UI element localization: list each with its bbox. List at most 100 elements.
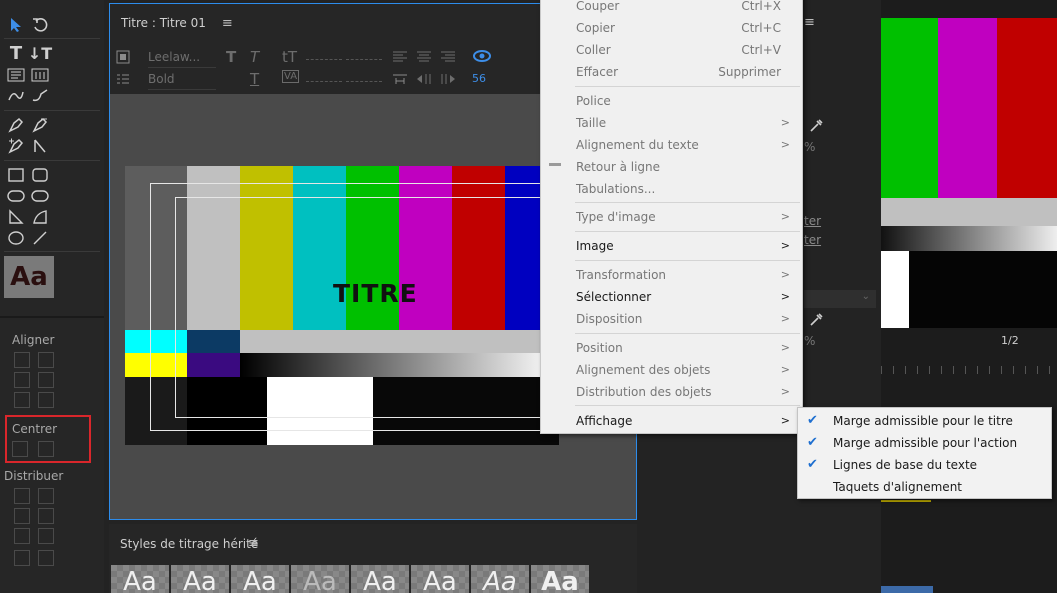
selection-tool-icon[interactable] [6, 16, 26, 34]
show-background-video-icon[interactable] [472, 48, 492, 62]
align-right-icon[interactable] [38, 352, 54, 368]
fill-option-link[interactable]: ter [804, 214, 821, 228]
property-dropdown[interactable]: ⌄ [804, 290, 876, 308]
style-thumbnail[interactable]: Aa [171, 565, 229, 593]
submenu-item-tab-markers[interactable]: Taquets d'alignement [799, 476, 1050, 498]
distribute-center-icon[interactable] [14, 508, 30, 524]
style-thumbnail[interactable]: Aa [351, 565, 409, 593]
align-top-icon[interactable] [14, 392, 30, 408]
menu-item-view[interactable]: Affichage > [542, 410, 801, 432]
menu-separator [575, 260, 800, 261]
type-tool-icon[interactable]: T [6, 43, 26, 64]
style-thumbnail[interactable]: Aa [471, 565, 529, 593]
font-size-icon[interactable]: tT [282, 48, 297, 66]
menu-item-tabs[interactable]: Tabulations... [542, 178, 801, 200]
align-horizontal-center-icon[interactable] [14, 372, 30, 388]
font-style-dropdown[interactable]: Bold [148, 72, 216, 90]
menu-item-distribute-objects[interactable]: Distribution des objets > [542, 381, 801, 403]
add-anchor-tool-icon[interactable] [6, 137, 26, 155]
timeline-ruler[interactable] [881, 366, 1057, 374]
align-bottom-icon[interactable] [38, 392, 54, 408]
pen-tool-icon[interactable] [6, 116, 26, 134]
menu-item-copy[interactable]: Copier Ctrl+C [542, 17, 801, 39]
align-vertical-center-icon[interactable] [38, 372, 54, 388]
style-thumbnail[interactable]: Aa [411, 565, 469, 593]
style-thumbnail[interactable]: Aa [531, 565, 589, 593]
submenu-item-title-safe-margin[interactable]: ✔ Marge admissible pour le titre [799, 410, 1050, 432]
hamburger-icon[interactable]: ≡ [248, 536, 259, 551]
menu-item-arrange[interactable]: Disposition > [542, 308, 801, 330]
menu-item-font[interactable]: Police [542, 90, 801, 112]
kerning-field[interactable] [306, 81, 342, 82]
distribute-right-icon[interactable] [14, 528, 30, 544]
kerning-icon[interactable]: VA [282, 70, 300, 83]
distribute-bottom-icon[interactable] [38, 528, 54, 544]
indent-right-icon[interactable] [440, 72, 456, 86]
distribute-top-icon[interactable] [38, 488, 54, 504]
distribute-horizontal-spacing-icon[interactable] [14, 550, 30, 566]
title-canvas[interactable]: TITRE [125, 166, 559, 445]
font-family-dropdown[interactable]: Leelaw... [148, 50, 216, 68]
style-thumbnail[interactable]: Aa [111, 565, 169, 593]
ellipse-tool-icon[interactable] [6, 229, 26, 247]
style-swatch[interactable]: Aa [4, 256, 54, 298]
menu-item-align-objects[interactable]: Alignement des objets > [542, 359, 801, 381]
menu-item-cut[interactable]: Couper Ctrl+X [542, 0, 801, 17]
menu-item-image[interactable]: Image > [542, 235, 801, 257]
tab-stops-icon[interactable] [116, 72, 132, 86]
align-left-icon[interactable] [14, 352, 30, 368]
film-strip-icon[interactable] [116, 50, 132, 64]
clipped-corner-rectangle-tool-icon[interactable] [6, 187, 26, 205]
arc-tool-icon[interactable] [30, 208, 50, 226]
resolution-indicator[interactable]: 1/2 [1001, 334, 1019, 347]
menu-item-image-type[interactable]: Type d'image > [542, 206, 801, 228]
font-size-field[interactable] [306, 59, 342, 60]
distribute-left-icon[interactable] [14, 488, 30, 504]
menu-item-clear[interactable]: Effacer Supprimer [542, 61, 801, 83]
vertical-path-type-tool-icon[interactable] [30, 87, 50, 105]
style-thumbnail[interactable]: Aa [291, 565, 349, 593]
hamburger-icon[interactable]: ≡ [222, 16, 233, 31]
convert-anchor-tool-icon[interactable] [30, 137, 50, 155]
italic-icon[interactable]: T [250, 48, 259, 66]
stroke-option-link[interactable]: ter [804, 233, 821, 247]
submenu-item-action-safe-margin[interactable]: ✔ Marge admissible pour l'action [799, 432, 1050, 454]
align-center-text-icon[interactable] [416, 50, 432, 64]
wedge-tool-icon[interactable] [6, 208, 26, 226]
vertical-area-type-tool-icon[interactable] [30, 66, 50, 84]
vertical-type-tool-icon[interactable]: ↓T [28, 44, 52, 63]
eyedropper-icon[interactable] [808, 312, 824, 331]
indent-left-icon[interactable] [416, 72, 432, 86]
distribute-middle-icon[interactable] [38, 508, 54, 524]
eyedropper-icon[interactable] [808, 118, 824, 137]
hamburger-icon[interactable]: ≡ [804, 15, 815, 30]
rectangle-tool-icon[interactable] [6, 166, 26, 184]
align-left-text-icon[interactable] [392, 50, 408, 64]
style-thumbnail[interactable]: Aa [231, 565, 289, 593]
menu-item-word-wrap[interactable]: Retour à ligne [542, 156, 801, 178]
aspect-field[interactable] [346, 59, 382, 60]
bold-icon[interactable]: T [226, 48, 236, 66]
background-timecode-value[interactable]: 56 [472, 72, 486, 85]
path-type-tool-icon[interactable] [6, 87, 26, 105]
rounded-rectangle-tool-icon[interactable] [30, 166, 50, 184]
tab-spacing-icon[interactable] [392, 72, 408, 86]
title-text-object[interactable]: TITRE [333, 279, 418, 308]
menu-item-text-alignment[interactable]: Alignement du texte > [542, 134, 801, 156]
menu-item-transform[interactable]: Transformation > [542, 264, 801, 286]
align-right-text-icon[interactable] [440, 50, 456, 64]
distribute-vertical-spacing-icon[interactable] [38, 550, 54, 566]
menu-item-select[interactable]: Sélectionner > [542, 286, 801, 308]
line-tool-icon[interactable] [30, 229, 50, 247]
submenu-item-text-baselines[interactable]: ✔ Lignes de base du texte [799, 454, 1050, 476]
rounded-corner-rectangle-tool-icon[interactable] [30, 187, 50, 205]
menu-item-size[interactable]: Taille > [542, 112, 801, 134]
area-type-tool-icon[interactable] [6, 66, 26, 84]
underline-icon[interactable]: T [250, 70, 259, 88]
title-tools-panel: T ↓T Aa Aligner Centrer Distribuer [0, 0, 104, 593]
menu-item-position[interactable]: Position > [542, 337, 801, 359]
leading-field[interactable] [346, 81, 382, 82]
delete-anchor-tool-icon[interactable] [30, 116, 50, 134]
rotate-tool-icon[interactable] [30, 16, 50, 34]
menu-item-paste[interactable]: Coller Ctrl+V [542, 39, 801, 61]
